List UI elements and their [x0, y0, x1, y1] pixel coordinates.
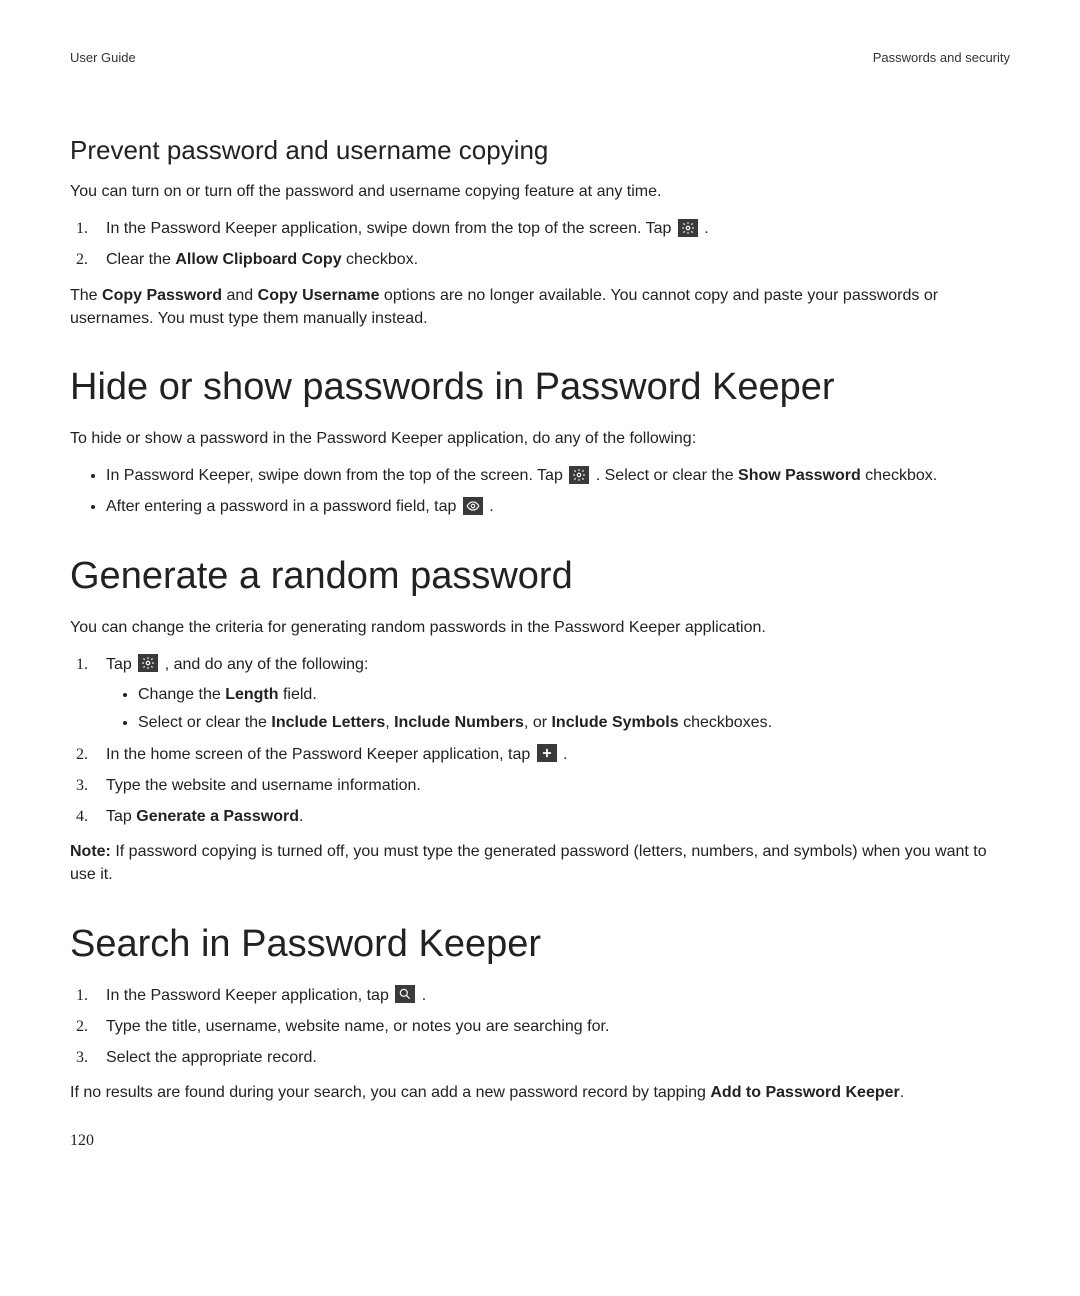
heading-search: Search in Password Keeper [70, 923, 1010, 966]
step-item: In the Password Keeper application, swip… [92, 217, 1010, 240]
text: Tap [106, 656, 136, 673]
steps-generate: Tap , and do any of the following: Chang… [70, 653, 1010, 829]
bold-term: Include Letters [271, 714, 385, 731]
bold-term: Copy Username [258, 287, 380, 304]
text: . [417, 987, 426, 1004]
sub-bullets: Change the Length field. Select or clear… [106, 684, 1010, 735]
text: , [385, 714, 394, 731]
step-item: Tap , and do any of the following: Chang… [92, 653, 1010, 735]
note-paragraph: Note: If password copying is turned off,… [70, 840, 1010, 886]
text: In the home screen of the Password Keepe… [106, 746, 535, 763]
paragraph: The Copy Password and Copy Username opti… [70, 284, 1010, 330]
text: The [70, 287, 102, 304]
plus-icon [537, 744, 557, 762]
text: field. [279, 686, 317, 703]
step-text: In the Password Keeper application, swip… [106, 220, 676, 237]
text: If password copying is turned off, you m… [70, 843, 987, 883]
header-right: Passwords and security [873, 50, 1010, 65]
bold-term: Generate a Password [136, 808, 299, 825]
page-content: User Guide Passwords and security Preven… [0, 0, 1080, 1180]
text: In the Password Keeper application, tap [106, 987, 393, 1004]
bold-term: Include Numbers [394, 714, 524, 731]
step-item: In the home screen of the Password Keepe… [92, 743, 1010, 766]
step-item: In the Password Keeper application, tap … [92, 984, 1010, 1007]
step-text: checkbox. [342, 251, 418, 268]
text: . [485, 498, 494, 515]
heading-hide-show: Hide or show passwords in Password Keepe… [70, 366, 1010, 409]
heading-prevent-copying: Prevent password and username copying [70, 135, 1010, 166]
step-item: Type the title, username, website name, … [92, 1015, 1010, 1038]
eye-icon [463, 497, 483, 515]
bold-term: Show Password [738, 467, 861, 484]
text: , or [524, 714, 552, 731]
text: Tap [106, 808, 136, 825]
list-item: Select or clear the Include Letters, Inc… [138, 712, 1010, 734]
step-item: Type the website and username informatio… [92, 774, 1010, 797]
text: Change the [138, 686, 225, 703]
list-item: Change the Length field. [138, 684, 1010, 706]
text: and [222, 287, 258, 304]
bold-term: Length [225, 686, 278, 703]
text: . [559, 746, 568, 763]
text: . [900, 1084, 904, 1101]
heading-generate: Generate a random password [70, 555, 1010, 598]
step-item: Select the appropriate record. [92, 1046, 1010, 1069]
page-header: User Guide Passwords and security [70, 50, 1010, 65]
bold-term: Copy Password [102, 287, 222, 304]
header-left: User Guide [70, 50, 136, 65]
intro-hide-show: To hide or show a password in the Passwo… [70, 427, 1010, 450]
intro-prevent-copying: You can turn on or turn off the password… [70, 180, 1010, 203]
steps-prevent-copying: In the Password Keeper application, swip… [70, 217, 1010, 271]
search-icon [395, 985, 415, 1003]
settings-gear-icon [678, 219, 698, 237]
text: . [299, 808, 303, 825]
text: Select or clear the [138, 714, 271, 731]
list-item: In Password Keeper, swipe down from the … [106, 464, 1010, 487]
steps-search: In the Password Keeper application, tap … [70, 984, 1010, 1070]
paragraph: If no results are found during your sear… [70, 1081, 1010, 1104]
text: . Select or clear the [591, 467, 738, 484]
text: , and do any of the following: [160, 656, 368, 673]
settings-gear-icon [569, 466, 589, 484]
text: After entering a password in a password … [106, 498, 461, 515]
text: checkboxes. [679, 714, 772, 731]
settings-gear-icon [138, 654, 158, 672]
bullets-hide-show: In Password Keeper, swipe down from the … [70, 464, 1010, 518]
note-label: Note: [70, 843, 111, 860]
list-item: After entering a password in a password … [106, 495, 1010, 518]
bold-term: Add to Password Keeper [710, 1084, 899, 1101]
text: checkbox. [861, 467, 937, 484]
step-text: Clear the [106, 251, 175, 268]
step-item: Tap Generate a Password. [92, 805, 1010, 828]
bold-term: Include Symbols [551, 714, 678, 731]
text: If no results are found during your sear… [70, 1084, 710, 1101]
step-text: . [700, 220, 709, 237]
text: In Password Keeper, swipe down from the … [106, 467, 567, 484]
intro-generate: You can change the criteria for generati… [70, 616, 1010, 639]
bold-term: Allow Clipboard Copy [175, 251, 341, 268]
page-number: 120 [70, 1132, 1010, 1150]
step-item: Clear the Allow Clipboard Copy checkbox. [92, 248, 1010, 271]
